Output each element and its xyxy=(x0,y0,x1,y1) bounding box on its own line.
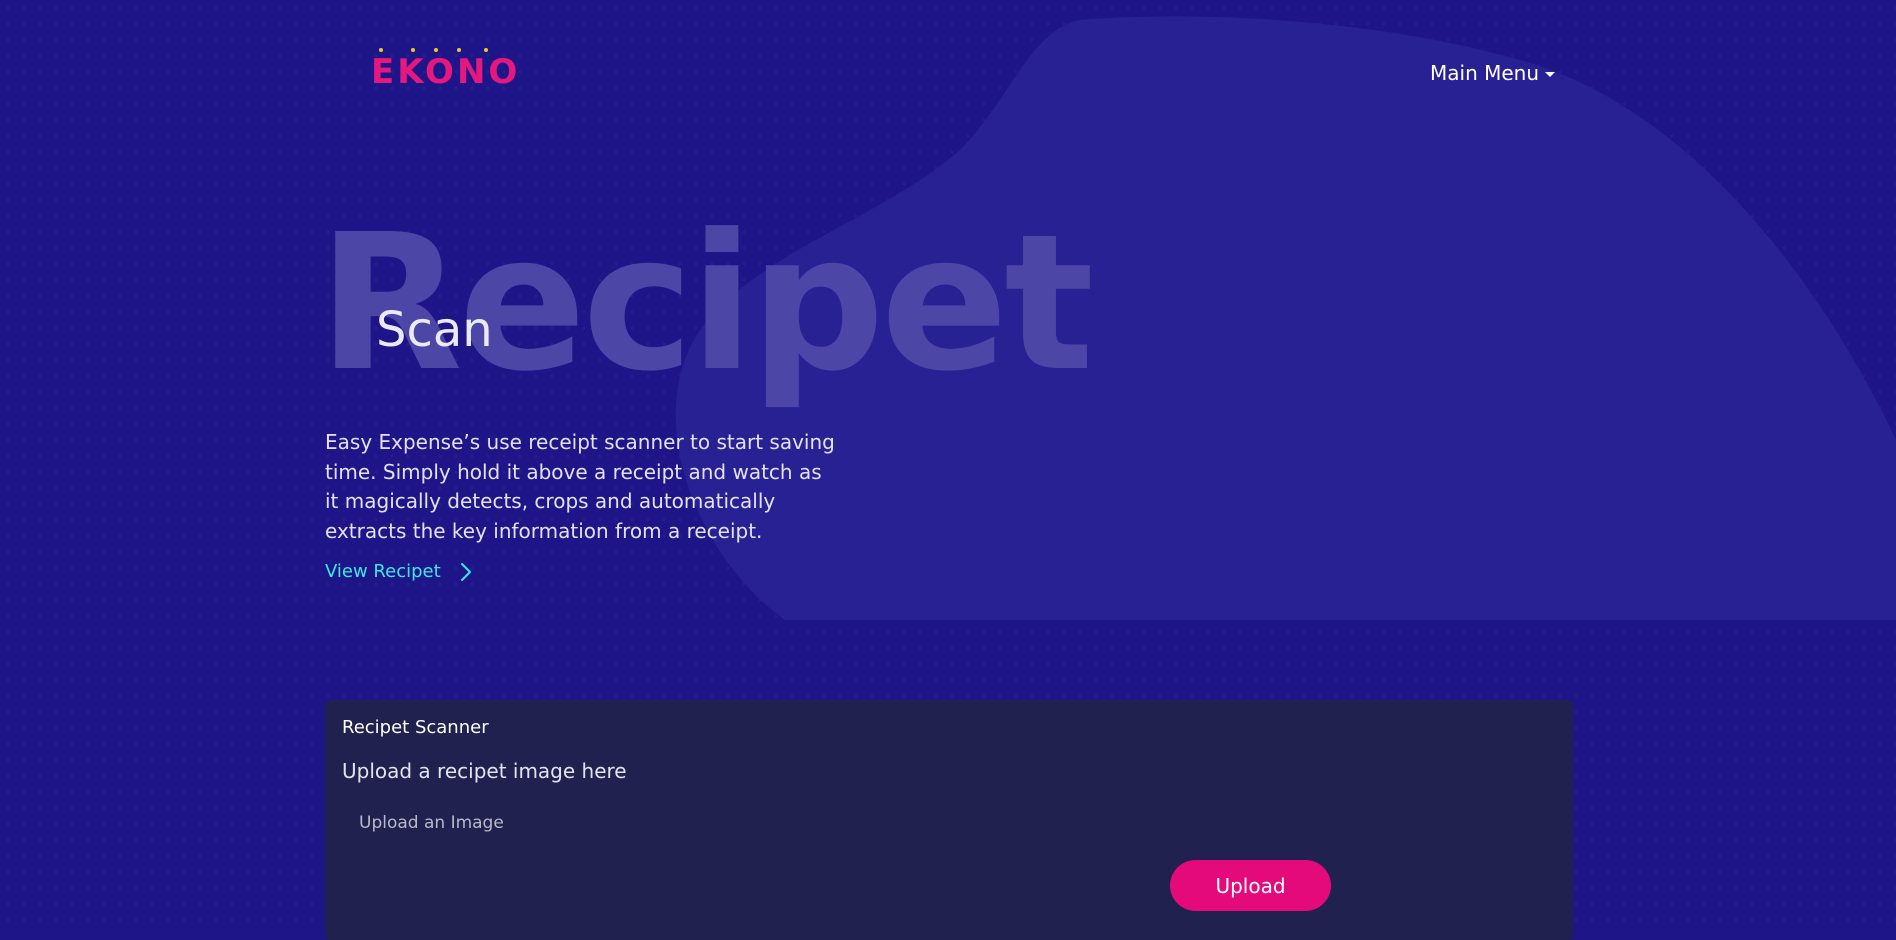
main-menu-label: Main Menu xyxy=(1430,61,1540,85)
upload-button[interactable]: Upload xyxy=(1170,860,1331,911)
caret-down-icon xyxy=(1545,72,1556,77)
scanner-title: Recipet Scanner xyxy=(342,717,489,738)
main-menu-dropdown[interactable]: Main Menu xyxy=(1430,61,1556,85)
hero-description: Easy Expense’s use receipt scanner to st… xyxy=(325,430,835,543)
logo-dots xyxy=(371,48,520,54)
hero-title: Scan xyxy=(376,302,493,358)
view-recipet-link[interactable]: View Recipet xyxy=(325,561,473,582)
recipet-scanner-panel: Recipet Scanner Upload a recipet image h… xyxy=(325,700,1573,940)
upload-image-input[interactable] xyxy=(359,813,659,833)
chevron-right-icon xyxy=(460,562,471,581)
logo-text: EKONO xyxy=(371,52,521,92)
scanner-subtitle: Upload a recipet image here xyxy=(342,759,627,783)
view-recipet-label: View Recipet xyxy=(325,561,441,582)
ekono-logo[interactable]: EKONO xyxy=(371,48,521,92)
